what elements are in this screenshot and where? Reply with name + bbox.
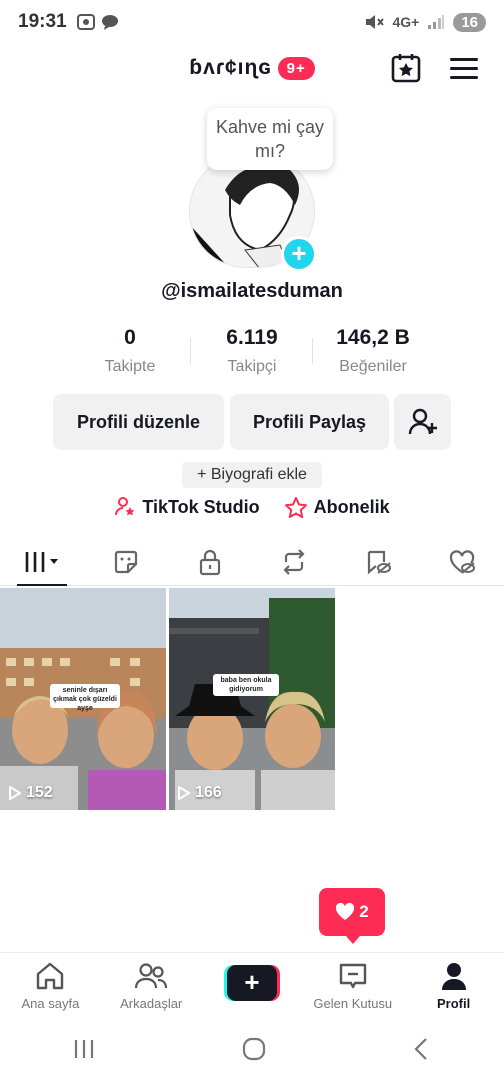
- play-icon: [178, 786, 190, 800]
- network-type: 4G+: [392, 14, 420, 30]
- tab-reposts[interactable]: [252, 538, 336, 585]
- status-time: 19:31: [18, 11, 67, 32]
- video-caption: seninle dışarı çıkmak çok güzeldi ayşe: [53, 687, 117, 712]
- recents-icon[interactable]: [72, 1038, 96, 1060]
- menu-icon[interactable]: [450, 58, 478, 80]
- stat-value: 146,2 B: [336, 326, 410, 349]
- add-story-button[interactable]: +: [281, 236, 317, 272]
- inbox-icon: [339, 963, 366, 989]
- subscription-star-icon: [284, 497, 307, 518]
- video-thumbnail[interactable]: baba ben okula gidiyorum 166: [169, 588, 335, 810]
- video-preview-image: [169, 588, 335, 810]
- stat-label: Takipçi: [227, 358, 277, 375]
- battery-level: 16: [453, 12, 486, 32]
- stat-following[interactable]: 0 Takipte: [65, 326, 195, 376]
- lock-icon: [199, 549, 221, 575]
- view-count-value: 166: [195, 784, 222, 801]
- nav-inbox[interactable]: Gelen Kutusu: [302, 953, 403, 1018]
- message-icon: [101, 15, 118, 30]
- nav-friends[interactable]: Arkadaşlar: [101, 953, 202, 1018]
- stat-label: Takipte: [104, 358, 156, 375]
- video-thumbnail[interactable]: seninle dışarı çıkmak çok güzeldi ayşe 1…: [0, 588, 166, 810]
- share-profile-button[interactable]: Profili Paylaş: [230, 394, 389, 450]
- tab-videos[interactable]: [0, 538, 84, 586]
- sticker-icon: [114, 550, 138, 573]
- profile-switcher[interactable]: ɓʌɾ¢ıɳɢ 9+: [0, 56, 504, 80]
- note-bubble[interactable]: Kahve mi çay mı?: [207, 108, 333, 170]
- profile-handle: @ismailatesduman: [161, 280, 343, 302]
- create-button[interactable]: +: [223, 965, 280, 1001]
- tab-private[interactable]: [168, 538, 252, 585]
- stat-followers[interactable]: 6.119 Takipçi: [187, 326, 317, 376]
- heart-icon: [336, 903, 355, 920]
- stat-label: Beğeniler: [339, 358, 407, 375]
- notification-badge: 9+: [277, 56, 315, 80]
- view-count: 152: [8, 784, 53, 802]
- signal-icon: [428, 15, 445, 29]
- username-title: ɓʌɾ¢ıɳɢ: [189, 56, 272, 79]
- subscription-label: Abonelik: [313, 496, 390, 517]
- profile-tabs: [0, 538, 504, 586]
- mute-icon: [366, 15, 385, 29]
- like-count: 2: [359, 902, 369, 921]
- video-caption: baba ben okula gidiyorum: [220, 677, 272, 693]
- studio-icon: [115, 497, 135, 516]
- nav-label: Ana sayfa: [21, 996, 80, 1011]
- profile-links: TikTok Studio Abonelik: [0, 496, 504, 518]
- nav-label: Arkadaşlar: [120, 996, 183, 1011]
- view-count-value: 152: [26, 784, 53, 801]
- home-icon: [37, 962, 64, 990]
- status-notification-icons: [76, 14, 119, 30]
- subscription-link[interactable]: Abonelik: [284, 496, 390, 518]
- tiktok-studio-link[interactable]: TikTok Studio: [114, 496, 260, 518]
- friends-icon: [135, 963, 168, 989]
- repost-icon: [283, 548, 305, 575]
- new-likes-popup[interactable]: 2: [319, 888, 385, 944]
- heart-hidden-icon: [449, 549, 475, 574]
- nav-profile[interactable]: Profil: [403, 953, 504, 1018]
- status-bar: 19:31 4G+ 16: [0, 0, 504, 44]
- view-count: 166: [177, 784, 222, 802]
- profile-icon: [441, 963, 466, 990]
- bookmark-hidden-icon: [367, 550, 391, 574]
- plus-icon: +: [226, 965, 277, 1001]
- stat-likes[interactable]: 146,2 B Beğeniler: [308, 326, 438, 376]
- tab-stickers[interactable]: [84, 538, 168, 585]
- home-button-icon[interactable]: [241, 1036, 267, 1062]
- nav-create[interactable]: +: [202, 953, 303, 1018]
- nav-label: Profil: [436, 996, 471, 1011]
- bottom-nav: Ana sayfa Arkadaşlar + Gelen Kutusu Prof…: [0, 952, 504, 1018]
- screenshot-icon: [76, 14, 95, 30]
- play-icon: [9, 786, 21, 800]
- system-nav: [0, 1018, 504, 1080]
- tab-liked[interactable]: [420, 538, 504, 585]
- add-bio-button[interactable]: + Biyografi ekle: [182, 462, 322, 488]
- tiktok-studio-label: TikTok Studio: [142, 496, 260, 517]
- add-friend-button[interactable]: [394, 394, 451, 450]
- grid-icon: [25, 551, 58, 572]
- tab-favorites[interactable]: [336, 538, 420, 585]
- nav-label: Gelen Kutusu: [313, 996, 393, 1011]
- edit-profile-button[interactable]: Profili düzenle: [53, 394, 224, 450]
- add-user-icon: [408, 408, 437, 435]
- nav-home[interactable]: Ana sayfa: [0, 953, 101, 1018]
- status-right: 4G+ 16: [364, 12, 486, 32]
- stat-value: 0: [124, 326, 136, 349]
- back-icon[interactable]: [412, 1037, 432, 1061]
- stat-value: 6.119: [226, 326, 278, 349]
- calendar-star-icon[interactable]: [390, 52, 422, 84]
